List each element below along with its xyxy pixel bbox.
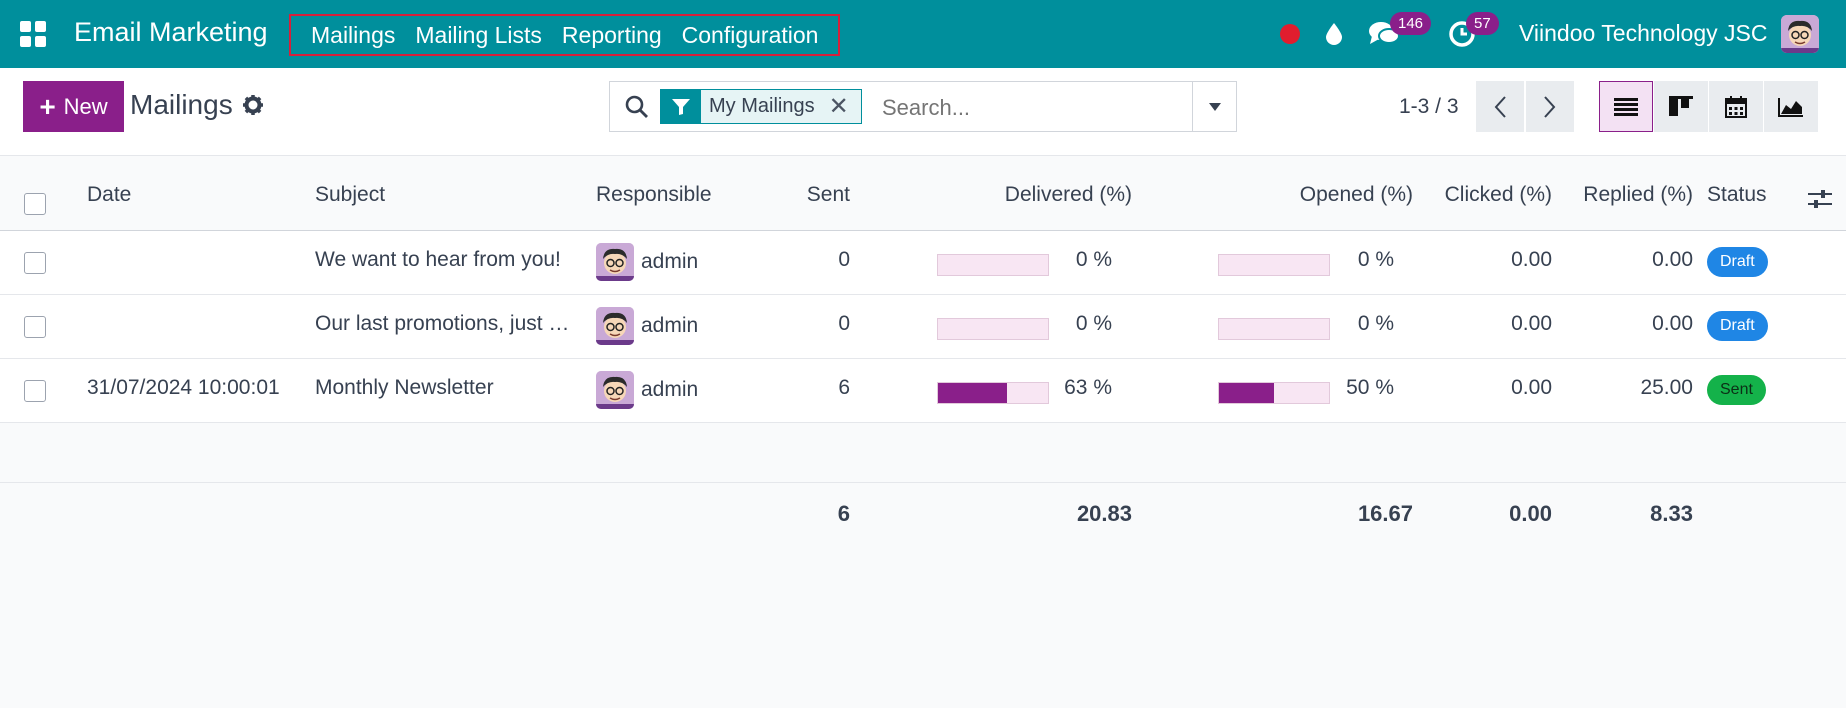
- menu-item-mailings[interactable]: Mailings: [311, 22, 395, 49]
- opened-progress-bar: [1218, 318, 1330, 340]
- empty-row: [0, 423, 1846, 483]
- cell-replied: 0.00: [1652, 312, 1693, 335]
- table-row[interactable]: Our last promotions, just … admin 0 0 % 0 % 0…: [0, 295, 1846, 359]
- total-sent: 6: [837, 501, 850, 526]
- avatar: [596, 371, 634, 409]
- column-subject[interactable]: Subject: [315, 183, 385, 207]
- area-chart-icon: [1778, 97, 1803, 117]
- top-navbar: Email Marketing Mailings Mailing Lists R…: [0, 0, 1846, 68]
- cell-delivered: 0 %: [1075, 248, 1112, 271]
- total-clicked: 0.00: [1509, 501, 1552, 526]
- cell-responsible: admin: [641, 314, 699, 337]
- delivered-progress-bar: [937, 382, 1049, 404]
- company-switcher[interactable]: Viindoo Technology JSC: [1519, 20, 1768, 47]
- optional-columns-icon[interactable]: [1808, 188, 1832, 215]
- cell-delivered: 0 %: [1075, 312, 1112, 335]
- search-icon[interactable]: [624, 94, 650, 125]
- cell-clicked: 0.00: [1511, 248, 1552, 271]
- new-button[interactable]: + New: [23, 81, 124, 132]
- table-totals: 6 20.83 16.67 0.00 8.33: [0, 483, 1846, 541]
- column-date[interactable]: Date: [87, 183, 131, 207]
- cell-clicked: 0.00: [1511, 312, 1552, 335]
- kanban-view-icon: [1669, 95, 1693, 116]
- column-responsible[interactable]: Responsible: [596, 183, 712, 207]
- drop-icon[interactable]: [1324, 0, 1344, 68]
- user-avatar[interactable]: [1781, 15, 1819, 53]
- page-title: Mailings: [130, 89, 233, 120]
- table-row[interactable]: We want to hear from you! admin 0 0 % 0 % 0.0…: [0, 231, 1846, 295]
- menu-item-mailing-lists[interactable]: Mailing Lists: [415, 22, 542, 49]
- opened-progress-bar: [1218, 254, 1330, 276]
- select-all-checkbox[interactable]: [24, 193, 46, 215]
- graph-view-button[interactable]: [1764, 81, 1818, 132]
- control-panel: +New Mailings My Mailings ✕ 1-3 / 3: [0, 68, 1846, 156]
- cell-opened: 50 %: [1346, 376, 1394, 399]
- row-checkbox[interactable]: [24, 252, 46, 274]
- column-sent[interactable]: Sent: [760, 183, 850, 207]
- cell-sent: 0: [838, 248, 850, 271]
- search-facet-my-mailings: My Mailings ✕: [660, 89, 862, 124]
- apps-menu-icon[interactable]: [20, 21, 46, 47]
- new-button-label: New: [63, 93, 108, 119]
- main-menu: Mailings Mailing Lists Reporting Configu…: [289, 14, 841, 56]
- app-name[interactable]: Email Marketing: [74, 17, 268, 48]
- column-replied[interactable]: Replied (%): [1562, 183, 1693, 207]
- kanban-view-button[interactable]: [1654, 81, 1708, 132]
- column-status[interactable]: Status: [1707, 183, 1767, 207]
- pager-value[interactable]: 1-3 / 3: [1399, 95, 1459, 119]
- gear-icon[interactable]: [242, 94, 264, 116]
- row-checkbox[interactable]: [24, 316, 46, 338]
- filter-icon: [661, 90, 701, 123]
- cell-sent: 6: [838, 376, 850, 399]
- cell-delivered: 63 %: [1064, 376, 1112, 399]
- column-opened[interactable]: Opened (%): [1240, 183, 1413, 207]
- mailings-list: Date Subject Responsible Sent Delivered …: [0, 157, 1846, 541]
- cell-responsible: admin: [641, 250, 699, 273]
- search-options-toggle[interactable]: [1192, 82, 1236, 131]
- messages-icon[interactable]: [1368, 0, 1400, 68]
- cell-clicked: 0.00: [1511, 376, 1552, 399]
- cell-replied: 25.00: [1640, 376, 1693, 399]
- pager-next-button[interactable]: [1526, 81, 1574, 132]
- total-delivered: 20.83: [1076, 501, 1132, 526]
- row-checkbox[interactable]: [24, 380, 46, 402]
- cell-sent: 0: [838, 312, 850, 335]
- cell-subject: Our last promotions, just …: [315, 312, 570, 335]
- calendar-view-button[interactable]: [1709, 81, 1763, 132]
- cell-subject: Monthly Newsletter: [315, 376, 494, 399]
- calendar-icon: [1725, 95, 1747, 118]
- total-opened: 16.67: [1357, 501, 1413, 526]
- table-header: Date Subject Responsible Sent Delivered …: [0, 157, 1846, 231]
- recording-dot-icon[interactable]: [1280, 0, 1300, 68]
- cell-opened: 0 %: [1357, 312, 1394, 335]
- search-input[interactable]: [882, 95, 1182, 121]
- activities-count-badge: 57: [1466, 12, 1499, 35]
- cell-subject: We want to hear from you!: [315, 248, 561, 271]
- delivered-progress-bar: [937, 318, 1049, 340]
- avatar: [596, 243, 634, 281]
- menu-item-configuration[interactable]: Configuration: [682, 22, 819, 49]
- delivered-progress-bar: [937, 254, 1049, 276]
- table-row[interactable]: 31/07/2024 10:00:01 Monthly Newsletter adm…: [0, 359, 1846, 423]
- column-delivered[interactable]: Delivered (%): [960, 183, 1132, 207]
- facet-label: My Mailings: [701, 90, 823, 123]
- messages-count-badge: 146: [1390, 12, 1432, 35]
- pager-previous-button[interactable]: [1476, 81, 1524, 132]
- cell-date: 31/07/2024 10:00:01: [87, 376, 280, 399]
- status-badge: Draft: [1707, 247, 1768, 277]
- list-view-button[interactable]: [1599, 81, 1653, 132]
- close-icon[interactable]: ✕: [822, 90, 861, 123]
- column-clicked[interactable]: Clicked (%): [1420, 183, 1552, 207]
- avatar: [596, 307, 634, 345]
- cell-responsible: admin: [641, 378, 699, 401]
- total-replied: 8.33: [1650, 501, 1693, 526]
- status-badge: Draft: [1707, 311, 1768, 341]
- cell-replied: 0.00: [1652, 248, 1693, 271]
- list-view-icon: [1614, 97, 1638, 116]
- menu-item-reporting[interactable]: Reporting: [562, 22, 662, 49]
- search-bar: My Mailings ✕: [609, 81, 1237, 132]
- opened-progress-bar: [1218, 382, 1330, 404]
- status-badge: Sent: [1707, 375, 1766, 405]
- cell-opened: 0 %: [1357, 248, 1394, 271]
